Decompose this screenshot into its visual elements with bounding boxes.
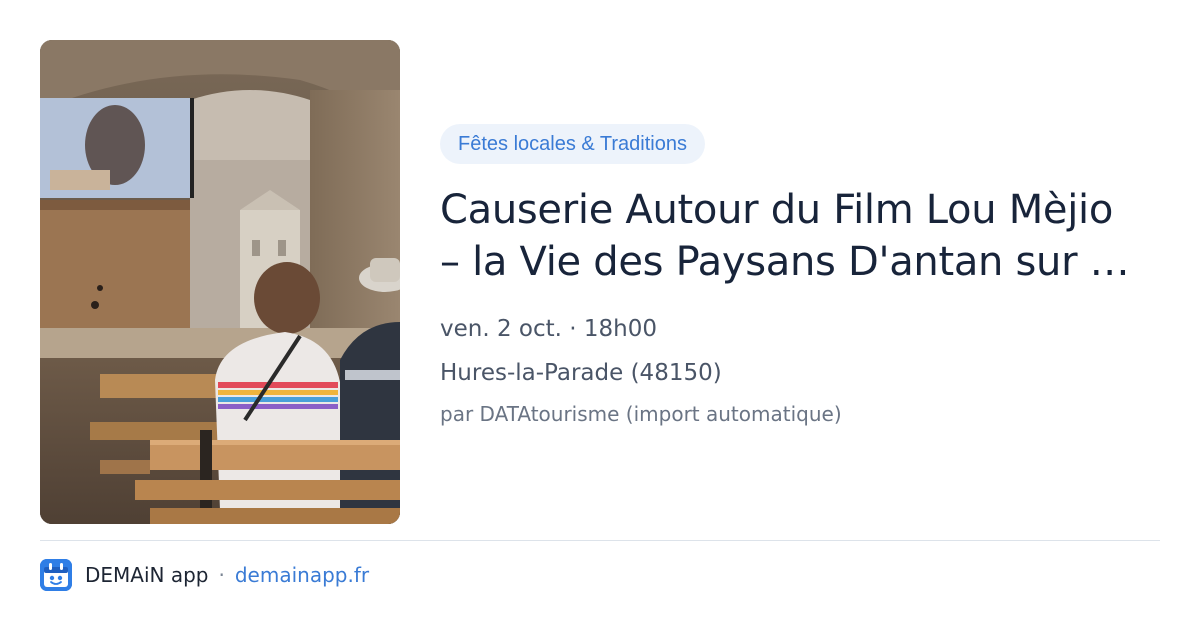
app-logo-icon (40, 559, 72, 591)
event-details: Fêtes locales & Traditions Causerie Auto… (440, 124, 1160, 428)
footer: DEMAiN app · demainapp.fr (40, 558, 369, 592)
event-location: Hures-la-Parade (48150) (440, 360, 722, 386)
event-photo (40, 40, 400, 524)
footer-divider (40, 540, 1160, 541)
app-url-link[interactable]: demainapp.fr (235, 563, 369, 587)
app-name: DEMAiN app (85, 563, 209, 587)
event-datetime: ven. 2 oct. · 18h00 (440, 316, 657, 342)
footer-separator: · (218, 563, 225, 587)
event-author: par DATAtourisme (import automatique) (440, 402, 842, 426)
event-card[interactable]: Fêtes locales & Traditions Causerie Auto… (0, 0, 1200, 630)
category-badge[interactable]: Fêtes locales & Traditions (440, 124, 705, 164)
event-title[interactable]: Causerie Autour du Film Lou Mèjio – la V… (440, 184, 1140, 288)
